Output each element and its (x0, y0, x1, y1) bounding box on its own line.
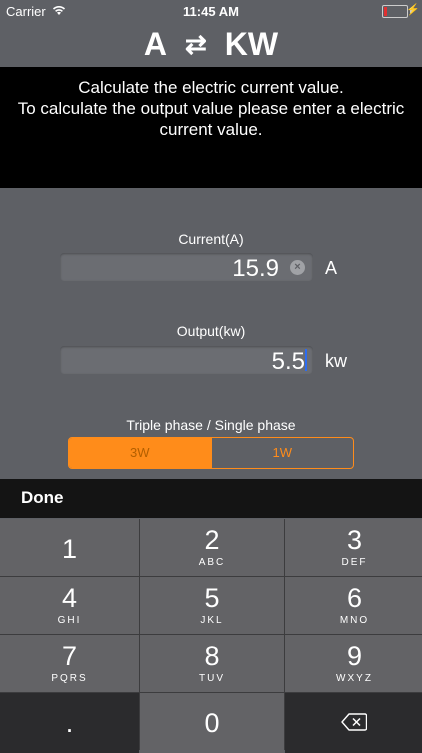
status-time: 11:45 AM (183, 4, 239, 19)
title-kw: KW (224, 26, 279, 62)
key-3[interactable]: 3 DEF (285, 519, 422, 576)
info-line-2: To calculate the output value please ent… (17, 99, 405, 118)
key-digit: . (65, 708, 74, 738)
key-8[interactable]: 8 TUV (140, 635, 284, 692)
info-line-1: Calculate the electric current value. (78, 78, 344, 97)
output-input[interactable]: 5.5 (60, 346, 313, 375)
swap-icon[interactable]: ⇄ (185, 29, 207, 60)
key-digit: 0 (204, 708, 220, 738)
segment-1w[interactable]: 1W (210, 438, 354, 468)
phase-label: Triple phase / Single phase (126, 417, 296, 433)
key-digit: 1 (61, 534, 78, 564)
charging-bolt-icon: ⚡ (406, 4, 420, 16)
title-amps: A (143, 26, 167, 62)
key-6[interactable]: 6 MNO (285, 577, 422, 634)
phase-segmented-control[interactable]: 3W 1W (68, 437, 354, 469)
text-cursor (305, 349, 307, 371)
key-letters: MNO (339, 615, 370, 626)
current-unit: A (325, 258, 338, 278)
key-digit: 8 (204, 641, 220, 671)
key-2[interactable]: 2 ABC (140, 519, 284, 576)
keyboard-toolbar: Done (0, 479, 422, 518)
key-letters: TUV (199, 673, 225, 684)
key-letters: PQRS (51, 673, 88, 684)
key-5[interactable]: 5 JKL (140, 577, 284, 634)
status-bar: Carrier 11:45 AM ⚡ (0, 0, 422, 22)
key-digit: 7 (61, 641, 78, 671)
key-1[interactable]: 1 (0, 519, 139, 576)
clear-icon[interactable]: × (290, 260, 305, 275)
key-digit: 4 (61, 583, 78, 613)
output-value: 5.5 (271, 348, 305, 375)
current-label: Current(A) (178, 231, 244, 247)
key-digit: 6 (346, 583, 363, 613)
key-9[interactable]: 9 WXYZ (285, 635, 422, 692)
info-panel: Calculate the electric current value. To… (0, 67, 422, 188)
key-letters: JKL (200, 615, 224, 626)
delete-key[interactable] (285, 693, 422, 753)
key-digit: 9 (346, 641, 363, 671)
key-digit: 3 (346, 525, 363, 555)
app-title: A ⇄ KW (0, 22, 422, 67)
key-letters: GHI (57, 615, 82, 626)
current-input[interactable]: 15.9 × (60, 253, 313, 282)
number-keypad: 1 2 ABC 3 DEF 4 GHI 5 JKL 6 MNO 7 PQRS 8 TUV 9 W… (0, 519, 422, 753)
key-letters: WXYZ (336, 673, 373, 684)
key-decimal[interactable]: . (0, 693, 139, 753)
battery-icon (382, 5, 408, 18)
key-letters: DEF (341, 557, 368, 568)
info-line-3: current value. (159, 120, 263, 139)
key-0[interactable]: 0 (140, 693, 284, 753)
done-button[interactable]: Done (21, 488, 64, 508)
key-7[interactable]: 7 PQRS (0, 635, 139, 692)
key-4[interactable]: 4 GHI (0, 577, 139, 634)
key-digit: 5 (204, 583, 220, 613)
current-value: 15.9 (232, 255, 279, 282)
key-digit: 2 (204, 525, 220, 555)
backspace-icon (341, 713, 367, 731)
key-letters: ABC (198, 557, 226, 568)
segment-3w[interactable]: 3W (69, 438, 211, 468)
output-label: Output(kw) (176, 323, 246, 339)
output-unit: kw (325, 351, 347, 371)
